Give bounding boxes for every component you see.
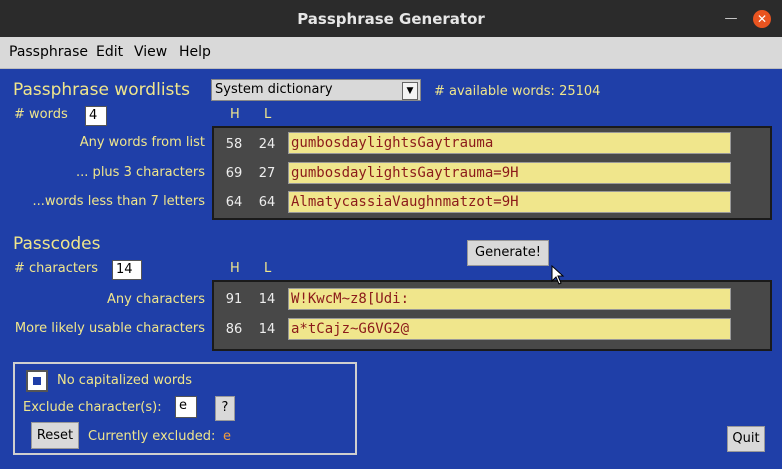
menu-edit[interactable]: Edit [96, 44, 123, 60]
row-label-usable-chars: More likely usable characters [14, 321, 205, 336]
currently-excluded-value: e [223, 429, 231, 444]
l-value: 24 [258, 137, 276, 152]
available-words: # available words: 25104 [434, 84, 601, 99]
row-label-plus-chars: ... plus 3 characters [76, 165, 205, 180]
row-label-any-chars: Any characters [107, 292, 205, 307]
menu-passphrase[interactable]: Passphrase [9, 44, 88, 60]
passphrase-result[interactable]: AlmatycassiaVaughnmatzot=9H [288, 191, 731, 213]
col-h-label: H [230, 261, 240, 276]
h-value: 86 [225, 322, 243, 337]
currently-excluded-label: Currently excluded: [88, 429, 216, 444]
l-value: 64 [258, 195, 276, 210]
main-area: Passphrase wordlists System dictionary ▼… [4, 73, 778, 465]
menu-help[interactable]: Help [179, 44, 211, 60]
words-count-label: # words [14, 107, 68, 122]
exclude-help-button[interactable]: ? [215, 396, 235, 421]
menu-view[interactable]: View [134, 44, 167, 60]
menu-bar: Passphrase Edit View Help [0, 37, 782, 69]
passcode-result[interactable]: a*tCajz~G6VG2@ [288, 318, 731, 340]
app-window: Passphrase Generator — ✕ Passphrase Edit… [0, 0, 782, 469]
quit-button[interactable]: Quit [727, 426, 765, 452]
mouse-cursor-icon [551, 265, 565, 285]
exclude-label: Exclude character(s): [23, 400, 162, 415]
wordlists-heading: Passphrase wordlists [13, 80, 190, 100]
col-l-label: L [264, 261, 272, 276]
passcodes-heading: Passcodes [13, 234, 101, 254]
row-label-any-words: Any words from list [79, 135, 205, 150]
chevron-down-icon[interactable]: ▼ [402, 82, 418, 100]
wordlist-select[interactable]: System dictionary ▼ [211, 79, 421, 101]
minimize-button[interactable]: — [722, 10, 740, 28]
h-value: 91 [225, 292, 243, 307]
passphrase-result[interactable]: gumbosdaylightsGaytrauma=9H [288, 162, 731, 184]
no-caps-label: No capitalized words [57, 373, 193, 388]
no-caps-checkbox[interactable] [26, 370, 48, 392]
window-title: Passphrase Generator [297, 10, 485, 28]
reset-button[interactable]: Reset [31, 422, 79, 449]
words-count-input[interactable]: 4 [85, 106, 107, 126]
chars-count-input[interactable]: 14 [112, 260, 142, 280]
h-value: 69 [225, 166, 243, 181]
passphrase-result[interactable]: gumbosdaylightsGaytrauma [288, 132, 731, 154]
close-button[interactable]: ✕ [753, 10, 771, 28]
options-box: No capitalized words Exclude character(s… [13, 362, 357, 455]
chars-count-label: # characters [14, 261, 99, 276]
generate-button[interactable]: Generate! [467, 240, 549, 266]
row-label-short-words: ...words less than 7 letters [32, 194, 205, 209]
title-bar: Passphrase Generator — ✕ [0, 0, 782, 37]
l-value: 27 [258, 166, 276, 181]
l-value: 14 [258, 292, 276, 307]
wordlist-select-value: System dictionary [215, 82, 333, 97]
h-value: 58 [225, 137, 243, 152]
passcode-result[interactable]: W!KwcM~z8[Udi: [288, 288, 731, 310]
col-h-label: H [230, 107, 240, 122]
exclude-input[interactable]: e [175, 396, 197, 418]
col-l-label: L [264, 107, 272, 122]
h-value: 64 [225, 195, 243, 210]
l-value: 14 [258, 322, 276, 337]
